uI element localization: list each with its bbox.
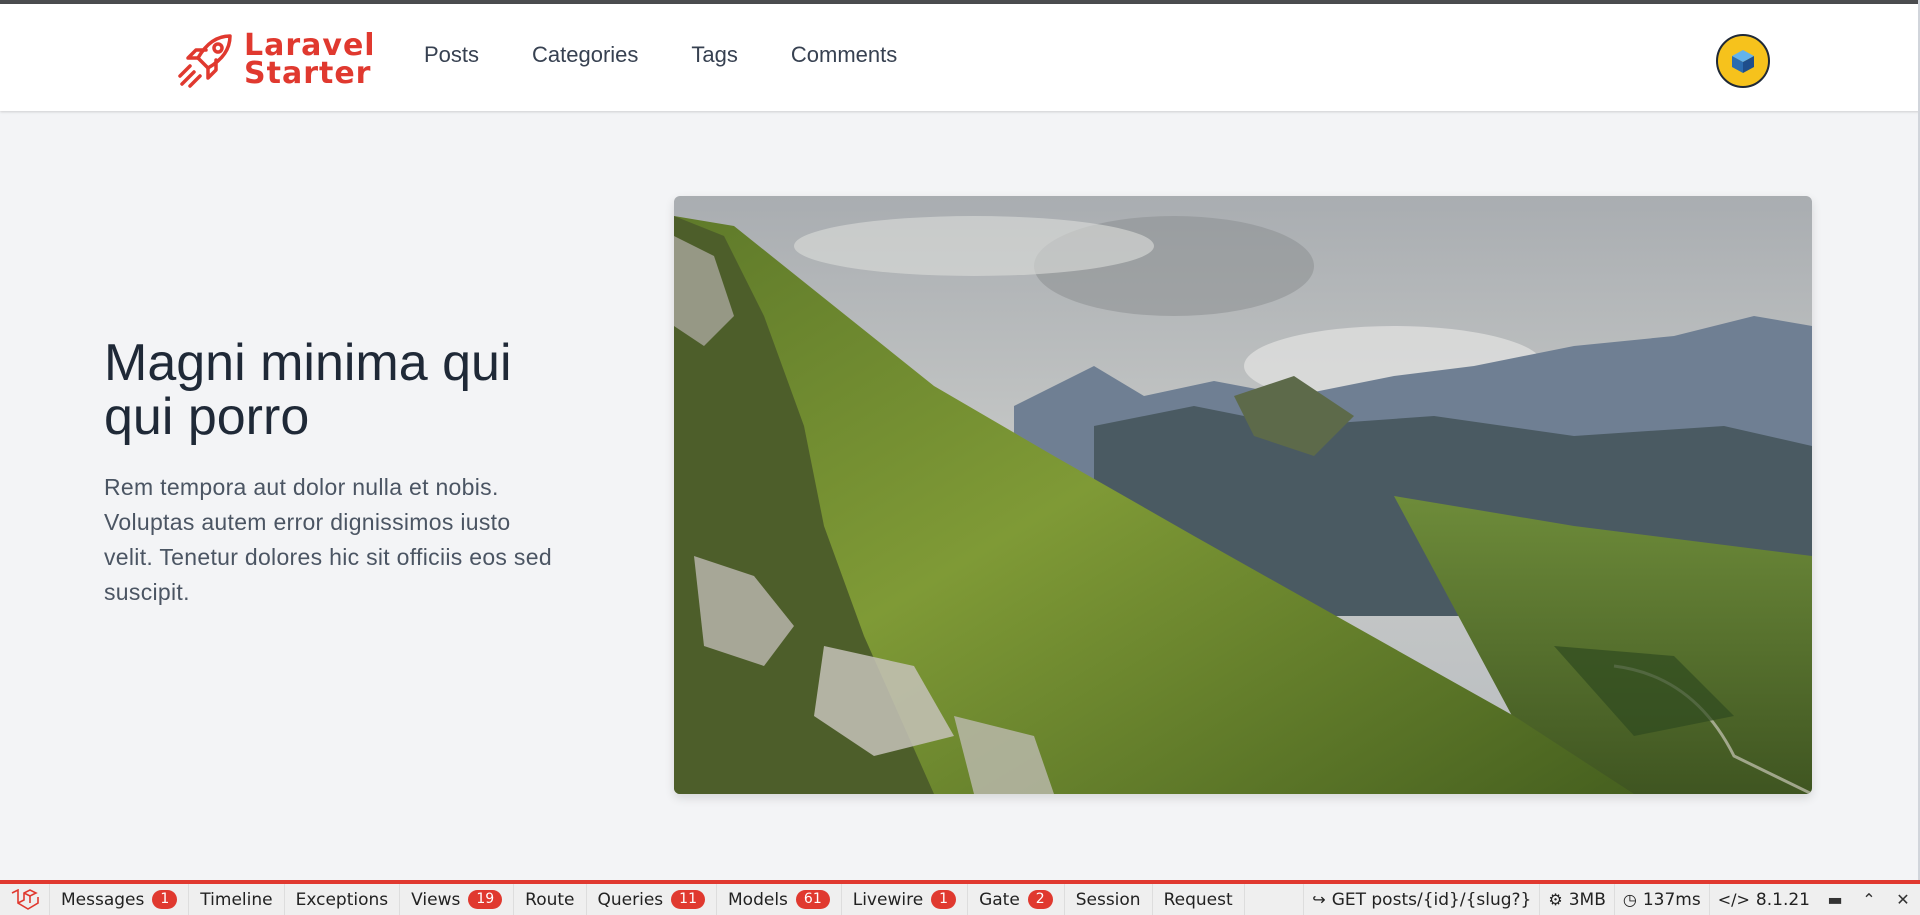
debug-badge: 11 bbox=[671, 890, 705, 909]
brand-name: Laravel Starter bbox=[244, 31, 376, 91]
debug-status-group: ↪ GET posts/{id}/{slug?} ⚙ 3MB ◷ 137ms </> 8… bbox=[1303, 884, 1920, 915]
debug-tab-label: Exceptions bbox=[295, 889, 389, 910]
debug-tab-timeline[interactable]: Timeline bbox=[189, 884, 285, 915]
debug-memory-text: 3MB bbox=[1568, 889, 1606, 910]
cube-avatar-icon bbox=[1732, 50, 1754, 73]
debug-tab-label: Livewire bbox=[852, 889, 924, 910]
debug-tab-gate[interactable]: Gate 2 bbox=[968, 884, 1065, 915]
debug-tab-label: Views bbox=[411, 889, 461, 910]
debug-tab-livewire[interactable]: Livewire 1 bbox=[842, 884, 969, 915]
debug-badge: 1 bbox=[931, 890, 957, 909]
chevron-up-icon[interactable]: ⌃ bbox=[1852, 884, 1886, 915]
navbar: Laravel Starter Posts Categories Tags Co… bbox=[0, 4, 1920, 111]
rocket-icon bbox=[178, 34, 232, 88]
debug-route-text: GET posts/{id}/{slug?} bbox=[1331, 889, 1532, 910]
hero-title: Magni minima qui qui porro bbox=[104, 334, 512, 446]
hero-description: Rem tempora aut dolor nulla et nobis. Vo… bbox=[104, 474, 552, 605]
nav-comments[interactable]: Comments bbox=[791, 42, 897, 68]
debug-badge: 2 bbox=[1027, 890, 1053, 909]
debug-tab-label: Timeline bbox=[200, 889, 273, 910]
nav-posts[interactable]: Posts bbox=[424, 42, 479, 68]
brand-line-2: Starter bbox=[244, 56, 372, 91]
cogs-icon: ⚙ bbox=[1548, 890, 1563, 909]
debug-php-text: 8.1.21 bbox=[1755, 889, 1810, 910]
debug-php-info[interactable]: </> 8.1.21 bbox=[1708, 884, 1818, 915]
mountain-landscape-image bbox=[674, 196, 1812, 794]
nav-tags[interactable]: Tags bbox=[691, 42, 737, 68]
brand-logo[interactable]: Laravel Starter bbox=[176, 30, 376, 90]
debug-tab-label: Gate bbox=[979, 889, 1020, 910]
user-avatar[interactable] bbox=[1716, 34, 1770, 88]
folder-open-icon[interactable]: ▬ bbox=[1818, 884, 1852, 915]
debug-time-text: 137ms bbox=[1642, 889, 1701, 910]
nav-categories[interactable]: Categories bbox=[532, 42, 638, 68]
debug-tab-request[interactable]: Request bbox=[1153, 884, 1245, 915]
debug-tab-route[interactable]: Route bbox=[514, 884, 587, 915]
debug-badge: 1 bbox=[152, 890, 178, 909]
debug-tab-queries[interactable]: Queries 11 bbox=[587, 884, 717, 915]
debug-tab-models[interactable]: Models 61 bbox=[717, 884, 842, 915]
clock-icon: ◷ bbox=[1622, 890, 1637, 909]
main-nav: Posts Categories Tags Comments bbox=[424, 42, 950, 68]
debug-tab-label: Models bbox=[728, 889, 788, 910]
debug-tab-exceptions[interactable]: Exceptions bbox=[285, 884, 401, 915]
debug-tab-label: Queries bbox=[597, 889, 664, 910]
debug-badge: 61 bbox=[795, 890, 830, 909]
code-icon: </> bbox=[1717, 890, 1750, 909]
laravel-logo-icon[interactable] bbox=[0, 884, 50, 915]
debug-tab-label: Route bbox=[525, 889, 575, 910]
debug-bar: Messages 1 Timeline Exceptions Views 19 Ro… bbox=[0, 880, 1920, 915]
debug-tab-label: Request bbox=[1163, 889, 1233, 910]
share-arrow-icon: ↪ bbox=[1312, 890, 1326, 909]
debug-tab-label: Session bbox=[1075, 889, 1141, 910]
debug-tab-views[interactable]: Views 19 bbox=[400, 884, 515, 915]
debug-memory-info[interactable]: ⚙ 3MB bbox=[1539, 884, 1614, 915]
close-icon[interactable]: ✕ bbox=[1886, 884, 1920, 915]
debug-tab-label: Messages bbox=[61, 889, 145, 910]
debug-route-info[interactable]: ↪ GET posts/{id}/{slug?} bbox=[1303, 884, 1539, 915]
debug-badge: 19 bbox=[468, 890, 503, 909]
debug-tab-session[interactable]: Session bbox=[1065, 884, 1153, 915]
debug-time-info[interactable]: ◷ 137ms bbox=[1613, 884, 1709, 915]
debug-tab-messages[interactable]: Messages 1 bbox=[50, 884, 190, 915]
